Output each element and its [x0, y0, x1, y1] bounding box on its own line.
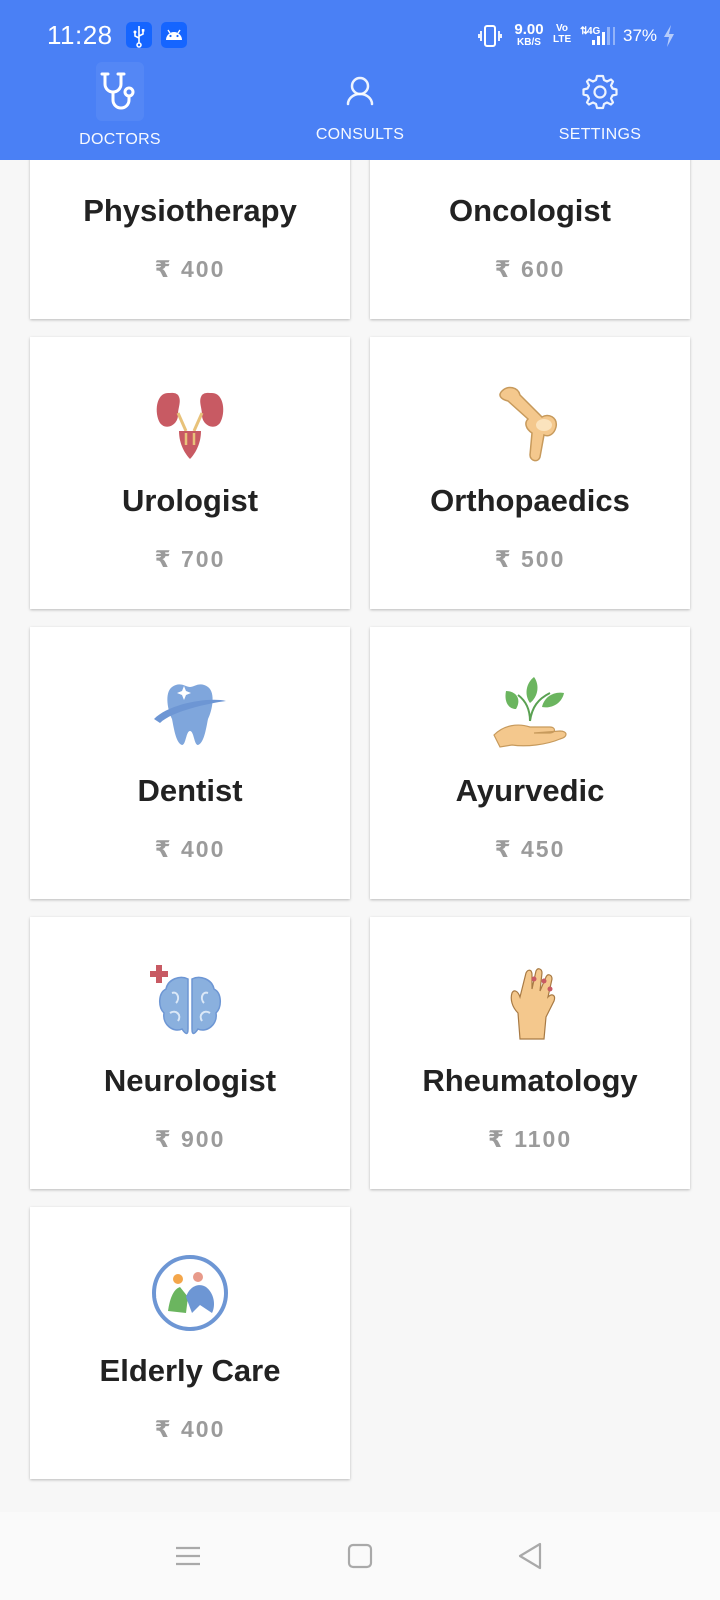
- speciality-card-dentist[interactable]: Dentist ₹ 400: [30, 627, 350, 899]
- speciality-price: ₹ 600: [494, 256, 566, 282]
- speciality-card-physiotherapy[interactable]: Physiotherapy ₹ 400: [30, 160, 350, 319]
- status-bar: 11:28 9.00 KB/S Vo LTE ⇅ 4G 37%: [0, 0, 720, 70]
- speciality-card-elderly-care[interactable]: Elderly Care ₹ 400: [30, 1207, 350, 1479]
- speciality-name: Oncologist: [449, 193, 611, 228]
- speciality-card-rheumatology[interactable]: Rheumatology ₹ 1100: [370, 917, 690, 1189]
- network-type: 4G: [587, 26, 601, 37]
- volte-indicator: Vo LTE: [553, 23, 571, 45]
- battery-level: 37%: [623, 26, 658, 45]
- speciality-price: ₹ 400: [154, 836, 226, 862]
- speciality-price: ₹ 400: [154, 1416, 226, 1442]
- speciality-price: ₹ 900: [154, 1126, 226, 1152]
- tab-doctors-icon-wrap: [96, 62, 144, 121]
- speciality-card-orthopaedics[interactable]: Orthopaedics ₹ 500: [370, 337, 690, 609]
- speciality-card-ayurvedic[interactable]: Ayurvedic ₹ 450: [370, 627, 690, 899]
- tab-doctors[interactable]: DOCTORS: [0, 62, 240, 160]
- speciality-name: Rheumatology: [422, 1063, 638, 1098]
- volte-bottom: LTE: [553, 34, 572, 45]
- brain-icon: [150, 965, 221, 1035]
- tab-settings[interactable]: SETTINGS: [480, 62, 720, 160]
- tab-consults-label: CONSULTS: [315, 126, 405, 143]
- home-square-icon[interactable]: [344, 1540, 376, 1572]
- menu-icon[interactable]: [172, 1540, 204, 1572]
- speciality-price: ₹ 400: [154, 256, 226, 282]
- speciality-name: Physiotherapy: [83, 193, 297, 228]
- status-time: 11:28: [47, 20, 113, 50]
- specialities-grid: Physiotherapy ₹ 400 Oncologist ₹ 600 Uro…: [0, 160, 720, 1510]
- gear-icon: [582, 74, 618, 110]
- stethoscope-icon: [100, 72, 135, 110]
- speciality-card-urologist[interactable]: Urologist ₹ 700: [30, 337, 350, 609]
- tab-doctors-label: DOCTORS: [79, 131, 161, 148]
- speciality-name: Ayurvedic: [455, 773, 605, 808]
- signal-icon: ⇅ 4G: [580, 26, 615, 45]
- tab-consults[interactable]: CONSULTS: [240, 62, 480, 160]
- volte-top: Vo: [555, 23, 569, 34]
- net-speed-value: 9.00: [514, 21, 544, 38]
- speciality-card-oncologist[interactable]: Oncologist ₹ 600: [370, 160, 690, 319]
- speciality-price: ₹ 700: [154, 546, 226, 572]
- top-tab-bar: DOCTORS CONSULTS SETTINGS: [0, 62, 720, 160]
- herb-hand-icon: [493, 677, 567, 748]
- speciality-name: Orthopaedics: [430, 483, 630, 518]
- hand-joint-icon: [510, 968, 556, 1040]
- android-icon: [161, 22, 187, 48]
- speciality-name: Dentist: [137, 773, 243, 808]
- speciality-price: ₹ 450: [494, 836, 566, 862]
- tab-settings-label: SETTINGS: [558, 126, 642, 143]
- kidney-icon: [156, 392, 224, 459]
- speciality-price: ₹ 500: [494, 546, 566, 572]
- speciality-name: Neurologist: [103, 1063, 277, 1098]
- back-triangle-icon[interactable]: [514, 1540, 546, 1572]
- speciality-name: Urologist: [121, 483, 259, 518]
- speciality-price: ₹ 1100: [487, 1126, 573, 1152]
- net-speed-unit: KB/S: [517, 37, 541, 48]
- usb-icon: [126, 22, 152, 48]
- speciality-card-neurologist[interactable]: Neurologist ₹ 900: [30, 917, 350, 1189]
- knee-joint-icon: [499, 386, 557, 462]
- speciality-name: Elderly Care: [99, 1353, 281, 1388]
- elderly-care-icon: [152, 1255, 228, 1331]
- net-speed: 9.00 KB/S: [511, 22, 547, 48]
- tooth-icon: [154, 684, 226, 745]
- vibrate-icon: [478, 25, 502, 47]
- app-header: 11:28 9.00 KB/S Vo LTE ⇅ 4G 37% DOCTORS …: [0, 0, 720, 160]
- charging-icon: [664, 25, 674, 47]
- system-nav-bar: [0, 1512, 720, 1600]
- person-icon: [346, 76, 374, 106]
